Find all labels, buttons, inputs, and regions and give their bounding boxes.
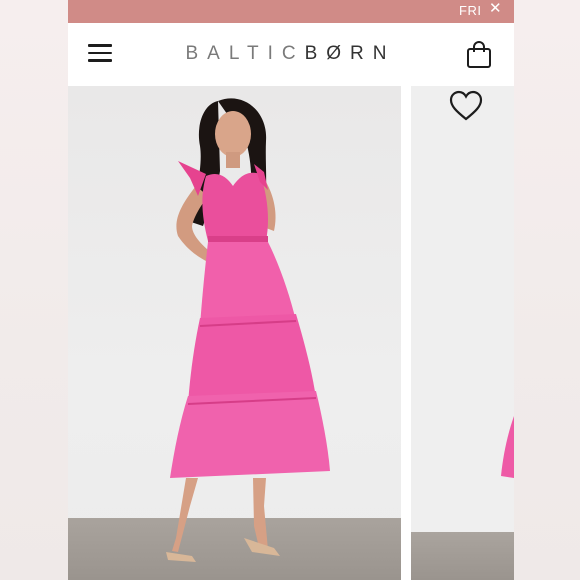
site-header: BALTICBØRN xyxy=(68,23,514,86)
background-left xyxy=(0,0,68,580)
shopping-bag-icon[interactable] xyxy=(466,41,492,69)
product-image-main[interactable] xyxy=(68,86,401,580)
hamburger-menu-icon[interactable] xyxy=(88,44,112,64)
product-image-next[interactable] xyxy=(411,86,514,580)
brand-logo[interactable]: BALTICBØRN xyxy=(168,43,413,65)
brand-logo-part1: BALTIC xyxy=(185,43,305,64)
mobile-page: FRI ✕ BALTICBØRN xyxy=(68,0,514,580)
heart-outline-icon[interactable] xyxy=(448,90,484,122)
model-figure xyxy=(166,98,330,562)
background-right xyxy=(514,0,580,580)
dress-detail xyxy=(501,416,514,478)
promo-text: FRI xyxy=(459,3,482,18)
product-gallery xyxy=(68,86,514,580)
brand-logo-part2: BØRN xyxy=(304,43,396,64)
promo-banner: FRI ✕ xyxy=(68,0,514,23)
close-icon[interactable]: ✕ xyxy=(489,0,502,17)
